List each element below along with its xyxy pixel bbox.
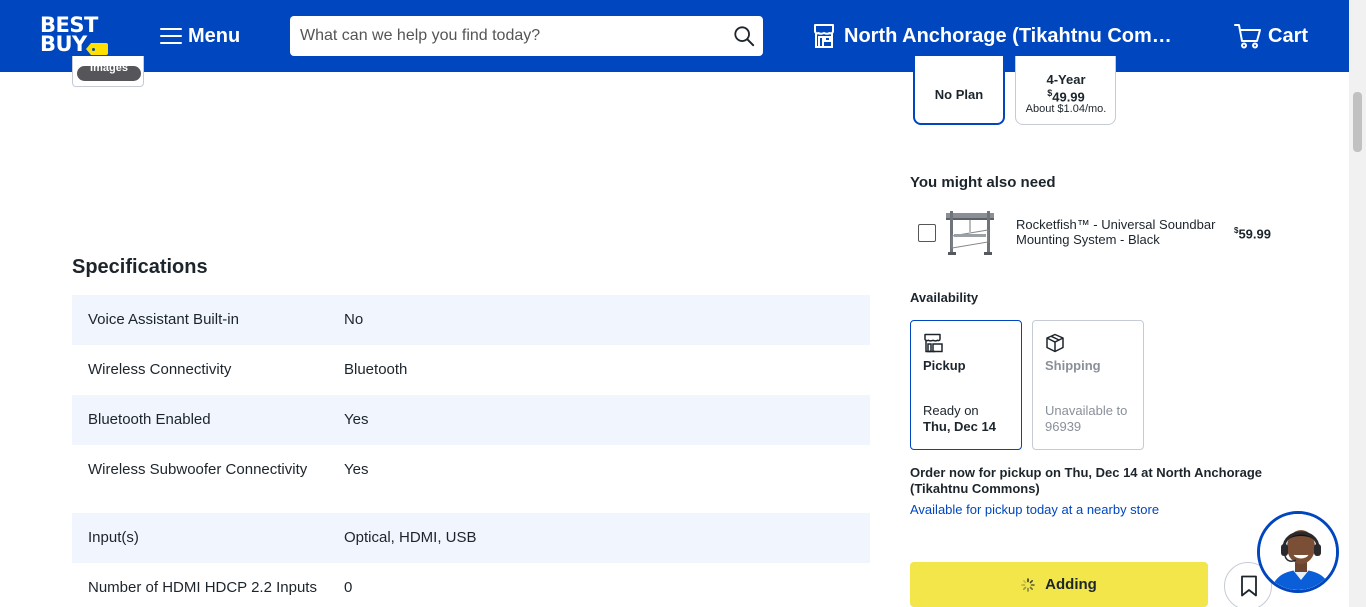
spec-row: Input(s) Optical, HDMI, USB	[72, 513, 870, 563]
cart-button[interactable]: Cart	[1234, 21, 1308, 51]
pickup-label: Pickup	[923, 358, 966, 373]
spec-value: 0	[344, 579, 353, 596]
spec-value: Optical, HDMI, USB	[344, 529, 477, 546]
accessory-price: $59.99	[1234, 226, 1271, 242]
spec-value: No	[344, 311, 364, 328]
store-label: North Anchorage (Tikahtnu Commons)	[844, 24, 1174, 47]
cart-icon	[1234, 24, 1261, 49]
add-button-label: Adding	[1045, 576, 1097, 593]
search-icon[interactable]	[733, 25, 755, 47]
shipping-label: Shipping	[1045, 358, 1101, 373]
spec-row: Bluetooth Enabled Yes	[72, 395, 870, 445]
search-input[interactable]	[290, 16, 720, 56]
nearby-store-link[interactable]: Available for pickup today at a nearby s…	[910, 502, 1159, 517]
shipping-zip: 96939	[1045, 419, 1082, 434]
spec-row: Number of HDMI HDCP 2.2 Inputs 0	[72, 563, 870, 607]
spec-key: Input(s)	[88, 529, 139, 546]
page-scrollbar[interactable]	[1349, 0, 1366, 607]
shipping-status: Unavailable to	[1045, 403, 1128, 418]
images-thumbnail[interactable]: Images	[72, 56, 144, 87]
loading-spinner-icon	[1021, 577, 1035, 592]
menu-button[interactable]: Menu	[160, 22, 240, 50]
spec-key: Bluetooth Enabled	[88, 411, 211, 428]
spec-key: Voice Assistant Built-in	[88, 311, 239, 328]
images-pill: Images	[77, 66, 141, 81]
specifications-heading: Specifications	[72, 256, 208, 278]
spec-value: Bluetooth	[344, 361, 408, 378]
spec-row: Voice Assistant Built-in No	[72, 295, 870, 345]
menu-label: Menu	[188, 24, 241, 47]
store-selector[interactable]: North Anchorage (Tikahtnu Commons)	[812, 21, 1174, 51]
spec-value: Yes	[344, 411, 369, 428]
cart-label: Cart	[1268, 24, 1309, 47]
pickup-option[interactable]: Pickup Ready on Thu, Dec 14	[910, 320, 1022, 450]
hamburger-icon	[160, 28, 182, 44]
pickup-date: Thu, Dec 14	[923, 419, 996, 434]
spec-key: Number of HDMI HDCP 2.2 Inputs	[88, 579, 317, 596]
add-to-cart-button[interactable]: Adding	[910, 562, 1208, 607]
plan-monthly: About $1.04/mo.	[1025, 103, 1107, 115]
bookmark-icon	[1241, 575, 1257, 597]
specifications-table: Voice Assistant Built-in No Wireless Con…	[72, 295, 870, 607]
shipping-option[interactable]: Shipping Unavailable to 96939	[1032, 320, 1144, 450]
plan-price: $49.99	[1047, 88, 1085, 105]
best-buy-logo[interactable]: BEST BUY	[40, 15, 110, 58]
add-accessory-checkbox[interactable]	[918, 224, 936, 242]
plan-term: 4-Year	[1046, 72, 1086, 87]
agent-avatar-icon	[1260, 514, 1336, 590]
store-pickup-icon	[924, 333, 943, 353]
search-bar	[290, 16, 763, 56]
scrollbar-thumb[interactable]	[1353, 92, 1362, 152]
no-plan-option[interactable]: No Plan	[913, 56, 1005, 125]
no-plan-label: No Plan	[934, 87, 984, 102]
spec-row: Wireless Subwoofer Connectivity Yes	[72, 445, 870, 513]
accessory-name[interactable]: Rocketfish™ - Universal Soundbar Mountin…	[1016, 217, 1226, 247]
box-icon	[1046, 333, 1064, 353]
logo-tag-icon	[86, 43, 108, 55]
chat-agent-avatar[interactable]	[1257, 511, 1339, 593]
availability-heading: Availability	[910, 290, 979, 305]
logo-text-line2: BUY	[40, 32, 87, 56]
spec-key: Wireless Connectivity	[88, 361, 232, 378]
site-header: BEST BUY Menu North Anchorage (Tikahtnu …	[0, 0, 1349, 72]
soundbar-mount-image[interactable]	[944, 208, 996, 258]
spec-key: Wireless Subwoofer Connectivity	[88, 461, 308, 478]
spec-value: Yes	[344, 461, 369, 478]
store-icon	[814, 24, 834, 48]
pickup-order-note: Order now for pickup on Thu, Dec 14 at N…	[910, 465, 1262, 496]
four-year-plan-option[interactable]: 4-Year $49.99 About $1.04/mo.	[1015, 56, 1116, 125]
pickup-status: Ready on	[923, 403, 979, 418]
you-might-also-need-heading: You might also need	[910, 174, 1056, 191]
spec-row: Wireless Connectivity Bluetooth	[72, 345, 870, 395]
